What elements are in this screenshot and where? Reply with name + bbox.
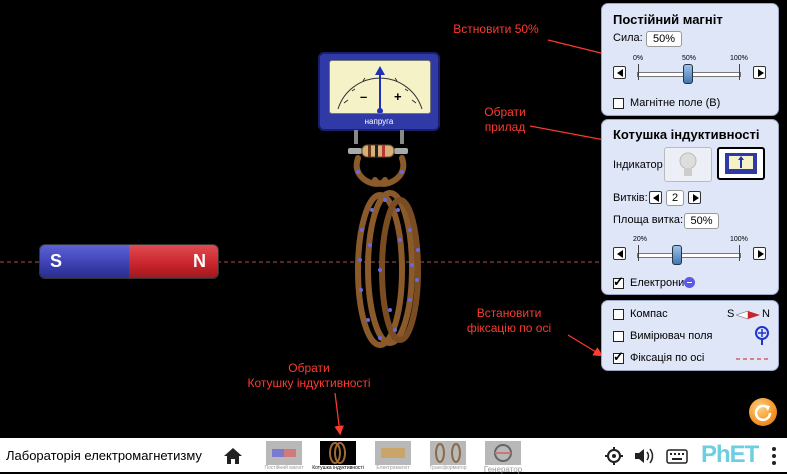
compass-n-label: N — [762, 308, 770, 320]
strength-label: Сила: — [613, 32, 643, 44]
nav-tab-transformer[interactable] — [430, 441, 466, 465]
magnetic-field-checkbox[interactable] — [613, 98, 624, 109]
strength-tick-mark-100 — [739, 64, 740, 80]
compass-checkbox[interactable] — [613, 309, 624, 320]
more-menu-icon[interactable] — [770, 445, 778, 467]
area-slider-thumb[interactable] — [672, 245, 682, 265]
compass-s-label: S — [727, 308, 735, 320]
axis-lock-label: Фіксація по осі — [630, 352, 705, 364]
generator-tab-icon — [494, 444, 512, 462]
annotation-choose-coil-line2: Котушку індуктивності — [247, 376, 371, 390]
voltmeter-dial: – + — [329, 60, 431, 114]
voltmeter-scale — [337, 66, 423, 113]
annotation-choose-device-line1: Обрати — [484, 105, 526, 119]
area-tick-mark-100 — [739, 245, 740, 261]
electrons-label: Електрони — [630, 277, 685, 289]
nav-tab-coil[interactable] — [320, 441, 356, 465]
voltmeter-icon — [725, 153, 757, 174]
nav-tab-permanent-magnet[interactable] — [266, 441, 302, 465]
lightbulb-icon — [679, 152, 697, 176]
area-tick-20: 20% — [633, 236, 648, 243]
voltmeter-caption: напруга — [364, 117, 394, 126]
annotation-choose-coil-line1: Обрати — [288, 361, 330, 375]
field-meter-icon — [755, 326, 769, 345]
loop-area-value[interactable]: 50% — [684, 213, 719, 229]
strength-increase-button[interactable] — [753, 66, 766, 79]
field-meter-label: Вимірювач поля — [630, 330, 713, 342]
home-icon[interactable] — [222, 446, 244, 466]
compass-icon — [736, 310, 760, 320]
area-slider-track[interactable] — [637, 253, 741, 258]
strength-slider-thumb[interactable] — [683, 64, 693, 84]
sound-icon[interactable] — [633, 446, 657, 466]
area-increase-button[interactable] — [753, 247, 766, 260]
phet-logo[interactable]: PhET — [701, 441, 759, 469]
strength-value[interactable]: 50% — [646, 31, 682, 47]
settings-icon[interactable] — [604, 446, 624, 466]
strength-tick-mark-0 — [638, 64, 639, 80]
area-tick-100: 100% — [730, 236, 748, 243]
area-decrease-button[interactable] — [613, 247, 626, 260]
indicator-bulb-button[interactable] — [664, 147, 712, 182]
compass-label: Компас — [630, 308, 668, 320]
loops-decrease-button[interactable] — [649, 191, 662, 204]
reset-button[interactable] — [749, 398, 777, 426]
area-tick-mark-20 — [638, 245, 639, 261]
transformer-tab-icon — [435, 443, 461, 463]
strength-tick-0: 0% — [633, 55, 644, 62]
coil-tab-icon — [329, 442, 346, 464]
meter-plus: + — [394, 89, 402, 104]
indicator-label: Індикатор — [613, 159, 663, 171]
options-panel: Компас S N Вимірювач поля Фіксація по ос… — [601, 300, 779, 371]
loop-area-label: Площа витка: — [613, 214, 684, 226]
bar-magnet[interactable]: S N — [40, 245, 218, 278]
axis-lock-checkbox[interactable] — [613, 349, 624, 365]
magnet-panel-title: Постійний магніт — [613, 12, 723, 27]
magnet-panel: Постійний магніт Сила: 50% 0% 50% 100% М… — [601, 3, 779, 116]
coil[interactable] — [340, 150, 440, 350]
app-title: Лабораторія електромагнетизму — [6, 448, 202, 463]
meter-minus: – — [360, 89, 368, 104]
nav-tab-generator-label: Генератор — [483, 465, 523, 474]
annotation-set-50: Встновити 50% — [453, 22, 539, 36]
coil-panel: Котушка індуктивності Індикатор Витків: … — [601, 119, 779, 295]
electrons-checkbox[interactable] — [613, 274, 624, 290]
reset-icon — [754, 404, 772, 422]
nav-tab-permanent-magnet-label: Постійний магніт — [264, 465, 304, 471]
keyboard-icon[interactable] — [666, 447, 688, 465]
strength-tick-100: 100% — [730, 55, 748, 62]
magnetic-field-label: Магнітне поле (B) — [630, 97, 721, 109]
annotation-choose-device: Обрати прилад — [472, 105, 538, 135]
axis-line-icon — [736, 358, 770, 360]
loops-label: Витків: — [613, 192, 648, 204]
strength-tick-50: 50% — [682, 55, 697, 62]
magnet-s-label: S — [50, 251, 63, 271]
voltmeter: – + напруга — [318, 52, 440, 131]
loops-value: 2 — [666, 190, 684, 206]
annotation-fix-axis-line2: фіксацію по осі — [466, 321, 552, 335]
annotation-fix-axis-line1: Встановити — [476, 306, 542, 320]
loops-increase-button[interactable] — [688, 191, 701, 204]
coil-panel-title: Котушка індуктивності — [613, 127, 760, 142]
nav-tab-coil-label: Котушка індуктивності — [312, 465, 364, 471]
strength-decrease-button[interactable] — [613, 66, 626, 79]
annotation-choose-device-line2: прилад — [484, 120, 526, 134]
annotation-choose-coil: Обрати Котушку індуктивності — [238, 361, 380, 391]
electron-icon — [684, 277, 695, 288]
magnet-n-label: N — [193, 251, 206, 271]
annotation-fix-axis: Встановити фіксацію по осі — [450, 306, 568, 336]
nav-tab-electromagnet-label: Електромагніт — [376, 465, 410, 471]
field-meter-checkbox[interactable] — [613, 331, 624, 342]
nav-tab-generator[interactable] — [485, 441, 521, 465]
nav-tab-electromagnet[interactable] — [375, 441, 411, 465]
nav-tab-transformer-label: Трансформатор — [429, 465, 467, 471]
indicator-voltmeter-button[interactable] — [717, 147, 765, 180]
